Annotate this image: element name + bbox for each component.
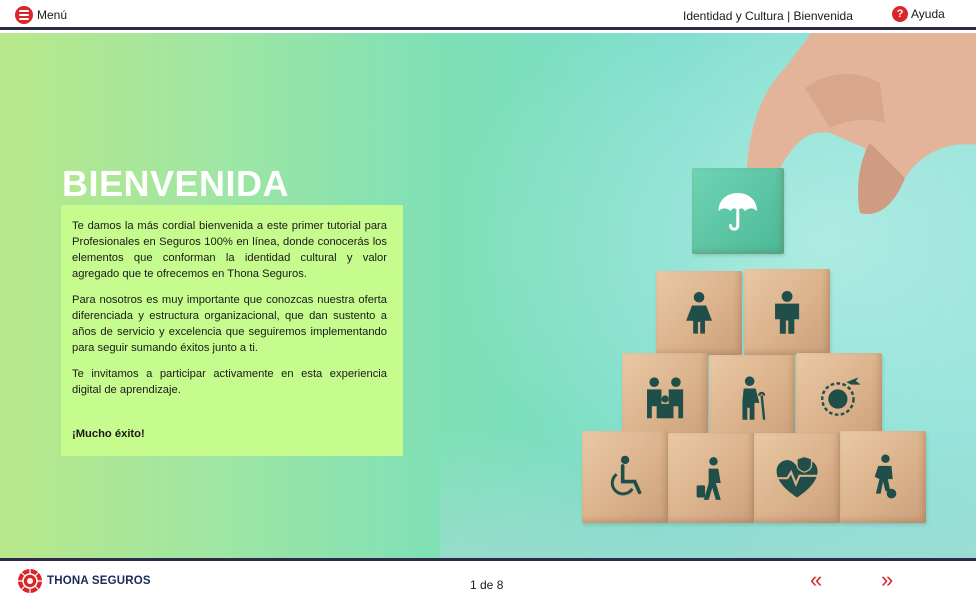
welcome-paragraph: Te invitamos a participar activamente en…: [72, 368, 387, 396]
sports-cube: [840, 431, 926, 523]
help-question-icon: ?: [892, 6, 908, 22]
bottom-bar: THONA SEGUROS 1 de 8 « »: [0, 558, 976, 598]
previous-page-button[interactable]: «: [810, 569, 822, 591]
woman-cube: [656, 271, 742, 355]
woman-icon: [686, 292, 712, 335]
elderly-icon: [742, 376, 766, 420]
welcome-paragraph: Te damos la más cordial bienvenida a est…: [72, 220, 387, 280]
insurance-blocks-illustration: [570, 33, 976, 558]
next-page-button[interactable]: »: [881, 569, 893, 591]
sports-icon: [874, 454, 897, 499]
page-indicator: 1 de 8: [470, 578, 504, 592]
wheelchair-cube: [582, 431, 668, 523]
slide-stage: BIENVENIDA Te damos la más cordial bienv…: [0, 33, 976, 558]
world-travel-cube: [796, 353, 882, 441]
family-cube: [622, 353, 708, 441]
welcome-textbox: Te damos la más cordial bienvenida a est…: [61, 205, 403, 456]
traveler-cube: [668, 433, 754, 523]
top-bar: Menú Identidad y Cultura | Bienvenida ? …: [0, 0, 976, 30]
thona-logo-icon: [18, 569, 42, 593]
health-heart-icon: [775, 455, 819, 498]
world-travel-icon: [820, 377, 861, 417]
wheelchair-icon: [610, 455, 642, 496]
logo-text: THONA SEGUROS: [47, 575, 151, 587]
man-icon: [774, 290, 800, 334]
help-button[interactable]: ? Ayuda: [892, 6, 945, 22]
welcome-paragraph: Para nosotros es muy importante que cono…: [72, 294, 387, 354]
hamburger-menu-icon: [15, 6, 33, 24]
slide-title: BIENVENIDA: [62, 163, 290, 204]
umbrella-icon: [718, 192, 758, 231]
breadcrumb: Identidad y Cultura | Bienvenida: [683, 9, 853, 23]
closing-text: ¡Mucho éxito!: [72, 428, 145, 440]
man-cube: [744, 269, 830, 355]
help-label: Ayuda: [911, 7, 945, 21]
menu-button[interactable]: Menú: [15, 6, 67, 24]
health-heart-cube: [754, 433, 840, 523]
traveler-icon: [696, 456, 721, 500]
umbrella-cube: [692, 168, 784, 254]
menu-label: Menú: [37, 8, 68, 22]
company-logo: THONA SEGUROS: [17, 568, 151, 594]
family-icon: [646, 377, 684, 419]
elderly-cube: [709, 355, 795, 441]
